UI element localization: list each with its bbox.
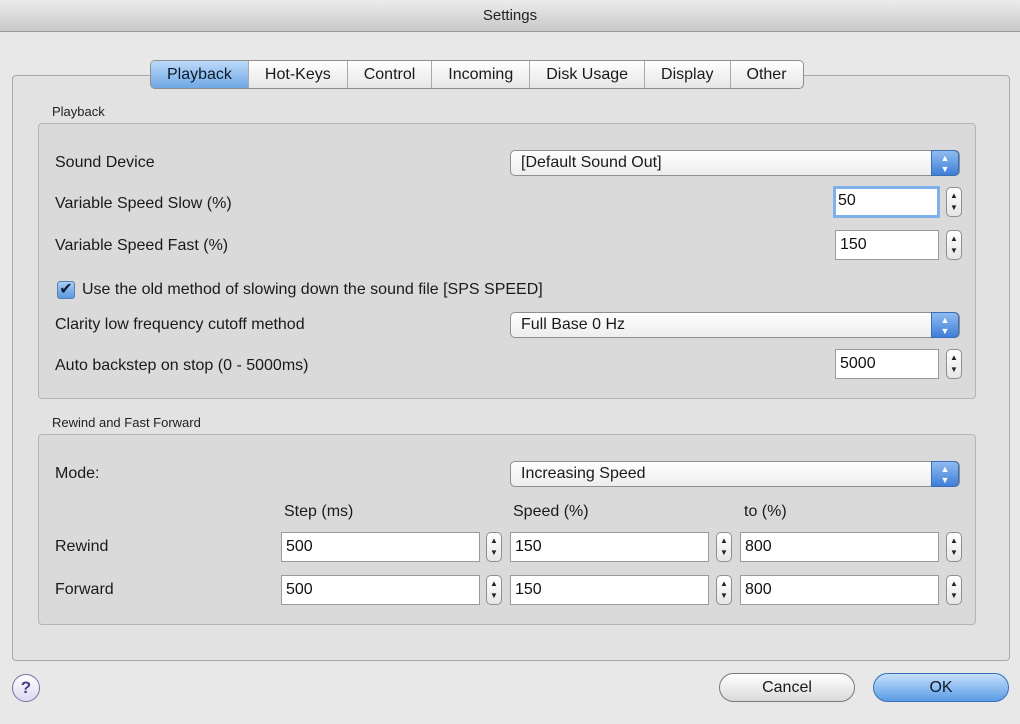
speed-slow-input[interactable]: 50 (833, 186, 940, 218)
rewind-to-stepper[interactable]: ▲ ▼ (946, 532, 962, 562)
rewind-speed-input[interactable]: 150 (510, 532, 709, 562)
speed-slow-stepper[interactable]: ▲ ▼ (946, 187, 962, 217)
backstep-stepper[interactable]: ▲ ▼ (946, 349, 962, 379)
old-method-label: Use the old method of slowing down the s… (82, 281, 543, 298)
sound-device-label: Sound Device (55, 154, 155, 171)
clarity-label: Clarity low frequency cutoff method (55, 316, 305, 333)
mode-select[interactable]: Increasing Speed ▲ ▼ (510, 461, 960, 487)
sound-device-select[interactable]: [Default Sound Out] ▲ ▼ (510, 150, 960, 176)
help-icon: ? (20, 678, 32, 697)
tab-incoming[interactable]: Incoming (432, 61, 531, 88)
select-arrows-icon: ▲ ▼ (931, 461, 959, 487)
speed-fast-stepper[interactable]: ▲ ▼ (946, 230, 962, 260)
tab-control[interactable]: Control (348, 61, 433, 88)
cancel-button[interactable]: Cancel (719, 673, 855, 702)
backstep-input[interactable]: 5000 (835, 349, 939, 379)
tab-playback[interactable]: Playback (151, 61, 249, 88)
speed-fast-label: Variable Speed Fast (%) (55, 237, 229, 254)
rewind-step-stepper[interactable]: ▲ ▼ (486, 532, 502, 562)
old-method-checkbox[interactable]: ✔ (57, 281, 75, 299)
mode-label: Mode: (55, 465, 100, 482)
speed-fast-input[interactable]: 150 (835, 230, 939, 260)
tab-disk-usage[interactable]: Disk Usage (530, 61, 646, 88)
step-header: Step (ms) (284, 503, 354, 520)
speed-header: Speed (%) (513, 503, 589, 520)
window-title: Settings (0, 0, 1020, 32)
rewind-step-input[interactable]: 500 (281, 532, 480, 562)
ok-button[interactable]: OK (873, 673, 1009, 702)
clarity-select[interactable]: Full Base 0 Hz ▲ ▼ (510, 312, 960, 338)
select-arrows-icon: ▲ ▼ (931, 150, 959, 176)
forward-label: Forward (55, 581, 114, 598)
forward-speed-input[interactable]: 150 (510, 575, 709, 605)
forward-speed-stepper[interactable]: ▲ ▼ (716, 575, 732, 605)
forward-to-stepper[interactable]: ▲ ▼ (946, 575, 962, 605)
rewind-label: Rewind (55, 538, 109, 555)
mode-value: Increasing Speed (521, 465, 646, 482)
select-arrows-icon: ▲ ▼ (931, 312, 959, 338)
tab-other[interactable]: Other (731, 61, 803, 88)
to-header: to (%) (744, 503, 787, 520)
forward-step-input[interactable]: 500 (281, 575, 480, 605)
tab-hot-keys[interactable]: Hot-Keys (249, 61, 348, 88)
rewind-speed-stepper[interactable]: ▲ ▼ (716, 532, 732, 562)
rewind-ff-section-label: Rewind and Fast Forward (52, 415, 201, 430)
sound-device-value: [Default Sound Out] (521, 154, 662, 171)
tab-display[interactable]: Display (645, 61, 731, 88)
rewind-to-input[interactable]: 800 (740, 532, 939, 562)
tab-bar: Playback Hot-Keys Control Incoming Disk … (150, 60, 804, 89)
help-button[interactable]: ? (12, 674, 40, 702)
clarity-value: Full Base 0 Hz (521, 316, 626, 333)
forward-step-stepper[interactable]: ▲ ▼ (486, 575, 502, 605)
backstep-label: Auto backstep on stop (0 - 5000ms) (55, 357, 309, 374)
speed-slow-label: Variable Speed Slow (%) (55, 195, 232, 212)
forward-to-input[interactable]: 800 (740, 575, 939, 605)
checkmark-icon: ✔ (59, 281, 73, 298)
playback-section-label: Playback (52, 104, 105, 119)
